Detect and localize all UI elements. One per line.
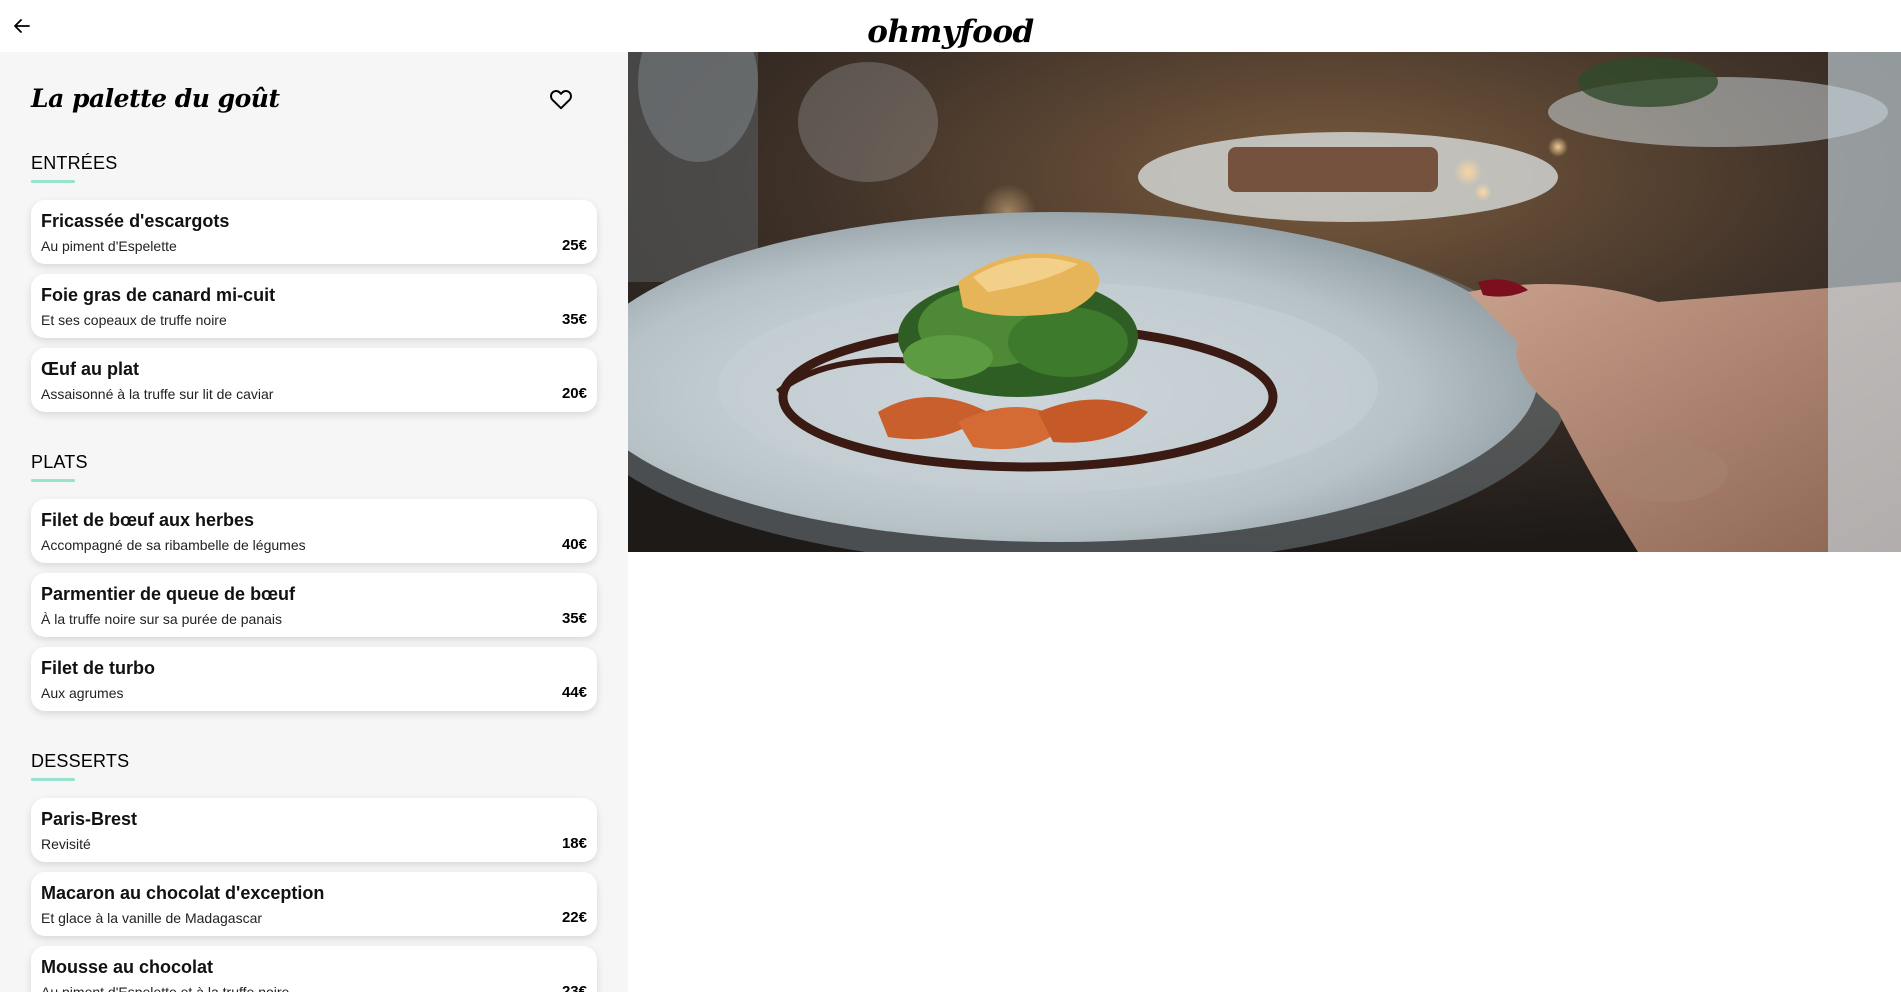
dish-name: Paris-Brest — [41, 809, 138, 829]
dish-name: Parmentier de queue de bœuf — [41, 584, 296, 604]
dish-name: Foie gras de canard mi-cuit — [41, 285, 276, 305]
favorite-button[interactable] — [548, 86, 574, 112]
menu-section-plats: PLATS Filet de bœuf aux herbes Accompagn… — [31, 451, 597, 721]
dish-description: Et glace à la vanille de Madagascar — [41, 910, 263, 926]
dish-description: Accompagné de sa ribambelle de légumes — [41, 537, 306, 553]
menu-section-entrees: ENTRÉES Fricassée d'escargots Au piment … — [31, 152, 597, 422]
app-logo[interactable]: ohmyfood — [0, 12, 1901, 52]
dish-card[interactable]: Œuf au plat Assaisonné à la truffe sur l… — [31, 348, 597, 412]
dish-card[interactable]: Foie gras de canard mi-cuit Et ses copea… — [31, 274, 597, 338]
dish-description: Au piment d'Espelette — [41, 238, 177, 254]
dish-description: Assaisonné à la truffe sur lit de caviar — [41, 386, 274, 402]
dish-price: 40€ — [561, 536, 587, 553]
restaurant-name: La palette du goût — [31, 84, 280, 113]
dish-description: Au piment d'Espelette et à la truffe noi… — [41, 984, 290, 992]
dish-price: 35€ — [561, 311, 587, 328]
dish-card[interactable]: Fricassée d'escargots Au piment d'Espele… — [31, 200, 597, 264]
app-header: ohmyfood — [0, 0, 1901, 52]
dish-price: 35€ — [561, 610, 587, 627]
section-underline — [31, 180, 75, 183]
dish-name: Œuf au plat — [41, 359, 139, 379]
dish-name: Mousse au chocolat — [41, 957, 214, 977]
dish-card[interactable]: Filet de turbo Aux agrumes 44€ — [31, 647, 597, 711]
dish-card[interactable]: Macaron au chocolat d'exception Et glace… — [31, 872, 597, 936]
dish-list: Filet de bœuf aux herbes Accompagné de s… — [31, 499, 597, 711]
dish-price: 25€ — [561, 237, 587, 254]
section-underline — [31, 479, 75, 482]
dish-card[interactable]: Parmentier de queue de bœuf À la truffe … — [31, 573, 597, 637]
dish-description: Et ses copeaux de truffe noire — [41, 312, 227, 328]
menu-section-desserts: DESSERTS Paris-Brest Revisité 18€ Macaro… — [31, 750, 597, 992]
dish-card[interactable]: Mousse au chocolat Au piment d'Espelette… — [31, 946, 597, 992]
dish-price: 20€ — [561, 385, 587, 402]
dish-list: Fricassée d'escargots Au piment d'Espele… — [31, 200, 597, 412]
dish-card[interactable]: Paris-Brest Revisité 18€ — [31, 798, 597, 862]
dish-name: Filet de turbo — [41, 658, 155, 678]
dish-description: Revisité — [41, 836, 91, 852]
section-underline — [31, 778, 75, 781]
dish-price: 23€ — [561, 983, 587, 992]
dish-price: 22€ — [561, 909, 587, 926]
restaurant-hero-image — [628, 52, 1901, 552]
dish-name: Fricassée d'escargots — [41, 211, 230, 231]
section-title: ENTRÉES — [31, 153, 118, 173]
dish-description: Aux agrumes — [41, 685, 124, 701]
section-title: PLATS — [31, 452, 88, 472]
plated-dish-illustration — [628, 52, 1901, 552]
dish-name: Filet de bœuf aux herbes — [41, 510, 255, 530]
heart-outline-icon — [550, 90, 572, 110]
dish-price: 18€ — [561, 835, 587, 852]
section-title: DESSERTS — [31, 751, 130, 771]
dish-price: 44€ — [561, 684, 587, 701]
dish-card[interactable]: Filet de bœuf aux herbes Accompagné de s… — [31, 499, 597, 563]
dish-list: Paris-Brest Revisité 18€ Macaron au choc… — [31, 798, 597, 992]
menu-panel: La palette du goût ENTRÉES Fricassée d'e… — [0, 52, 628, 992]
dish-name: Macaron au chocolat d'exception — [41, 883, 325, 903]
dish-description: À la truffe noire sur sa purée de panais — [41, 611, 283, 627]
